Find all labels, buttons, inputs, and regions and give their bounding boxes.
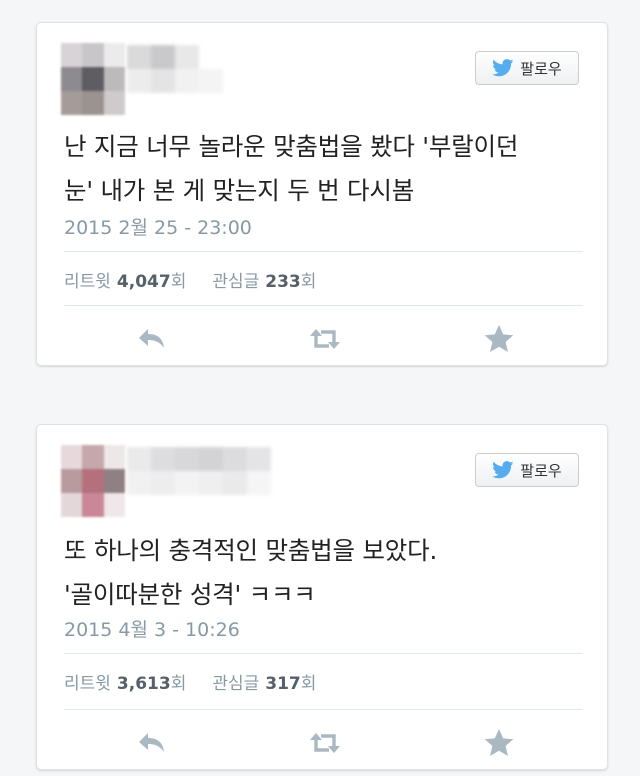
- tweet-card: 팔로우 또 하나의 충격적인 맞춤법을 보았다. '골이따분한 성격' ㅋㅋㅋ …: [36, 424, 608, 770]
- tweet-card: 팔로우 난 지금 너무 놀라운 맞춤법을 봤다 '부랄이던 눈' 내가 본 게 …: [36, 22, 608, 366]
- avatar[interactable]: [61, 43, 125, 115]
- tweet-actions: [37, 321, 607, 357]
- retweet-unit: 회: [170, 272, 187, 292]
- tweet-actions: [37, 725, 607, 761]
- user-name-blurred[interactable]: [127, 45, 271, 93]
- follow-label: 팔로우: [520, 461, 562, 480]
- tweet-text-line: 또 하나의 충격적인 맞춤법을 보았다.: [64, 536, 438, 565]
- reply-icon: [139, 329, 164, 348]
- retweet-count-label: 리트윗: [64, 272, 111, 292]
- star-icon: [484, 325, 514, 352]
- user-name-blurred[interactable]: [127, 447, 271, 495]
- tweet-text-line: '골이따분한 성격' ㅋㅋㅋ: [64, 580, 316, 609]
- retweet-icon: [310, 329, 340, 349]
- follow-button[interactable]: 팔로우: [475, 453, 579, 487]
- retweet-count[interactable]: 4,047: [117, 272, 171, 292]
- favorite-button[interactable]: [481, 321, 517, 357]
- retweet-button[interactable]: [307, 725, 343, 761]
- reply-button[interactable]: [133, 321, 169, 357]
- star-icon: [484, 729, 514, 756]
- tweet-text: 난 지금 너무 놀라운 맞춤법을 봤다 '부랄이던 눈' 내가 본 게 맞는지 …: [64, 125, 583, 213]
- favorite-button[interactable]: [481, 725, 517, 761]
- retweet-icon: [310, 733, 340, 753]
- favorite-unit: 회: [300, 272, 317, 292]
- favorite-count-label: 관심글: [212, 272, 260, 292]
- retweet-count[interactable]: 3,613: [117, 674, 171, 694]
- divider: [64, 709, 583, 710]
- follow-button[interactable]: 팔로우: [475, 51, 579, 85]
- divider: [64, 251, 583, 252]
- timestamp[interactable]: 2015 4월 3 - 10:26: [64, 615, 240, 642]
- tweet-text-line: 눈' 내가 본 게 맞는지 두 번 다시봄: [64, 176, 415, 205]
- reply-icon: [139, 733, 164, 752]
- favorite-count[interactable]: 317: [265, 674, 301, 694]
- tweet-stats: 리트윗 3,613회 관심글 317회: [64, 669, 316, 694]
- favorite-unit: 회: [300, 674, 317, 694]
- favorite-count-label: 관심글: [212, 674, 260, 694]
- reply-button[interactable]: [133, 725, 169, 761]
- retweet-button[interactable]: [307, 321, 343, 357]
- divider: [64, 653, 583, 654]
- follow-label: 팔로우: [520, 59, 562, 78]
- retweet-count-label: 리트윗: [64, 674, 111, 694]
- tweet-text-line: 난 지금 너무 놀라운 맞춤법을 봤다 '부랄이던: [64, 132, 519, 161]
- avatar[interactable]: [61, 445, 125, 517]
- retweet-unit: 회: [170, 674, 187, 694]
- divider: [64, 305, 583, 306]
- favorite-count[interactable]: 233: [265, 272, 301, 292]
- twitter-bird-icon: [492, 461, 514, 479]
- tweet-stats: 리트윗 4,047회 관심글 233회: [64, 267, 316, 292]
- twitter-bird-icon: [492, 59, 514, 77]
- tweet-text: 또 하나의 충격적인 맞춤법을 보았다. '골이따분한 성격' ㅋㅋㅋ: [64, 529, 583, 617]
- timestamp[interactable]: 2015 2월 25 - 23:00: [64, 213, 252, 240]
